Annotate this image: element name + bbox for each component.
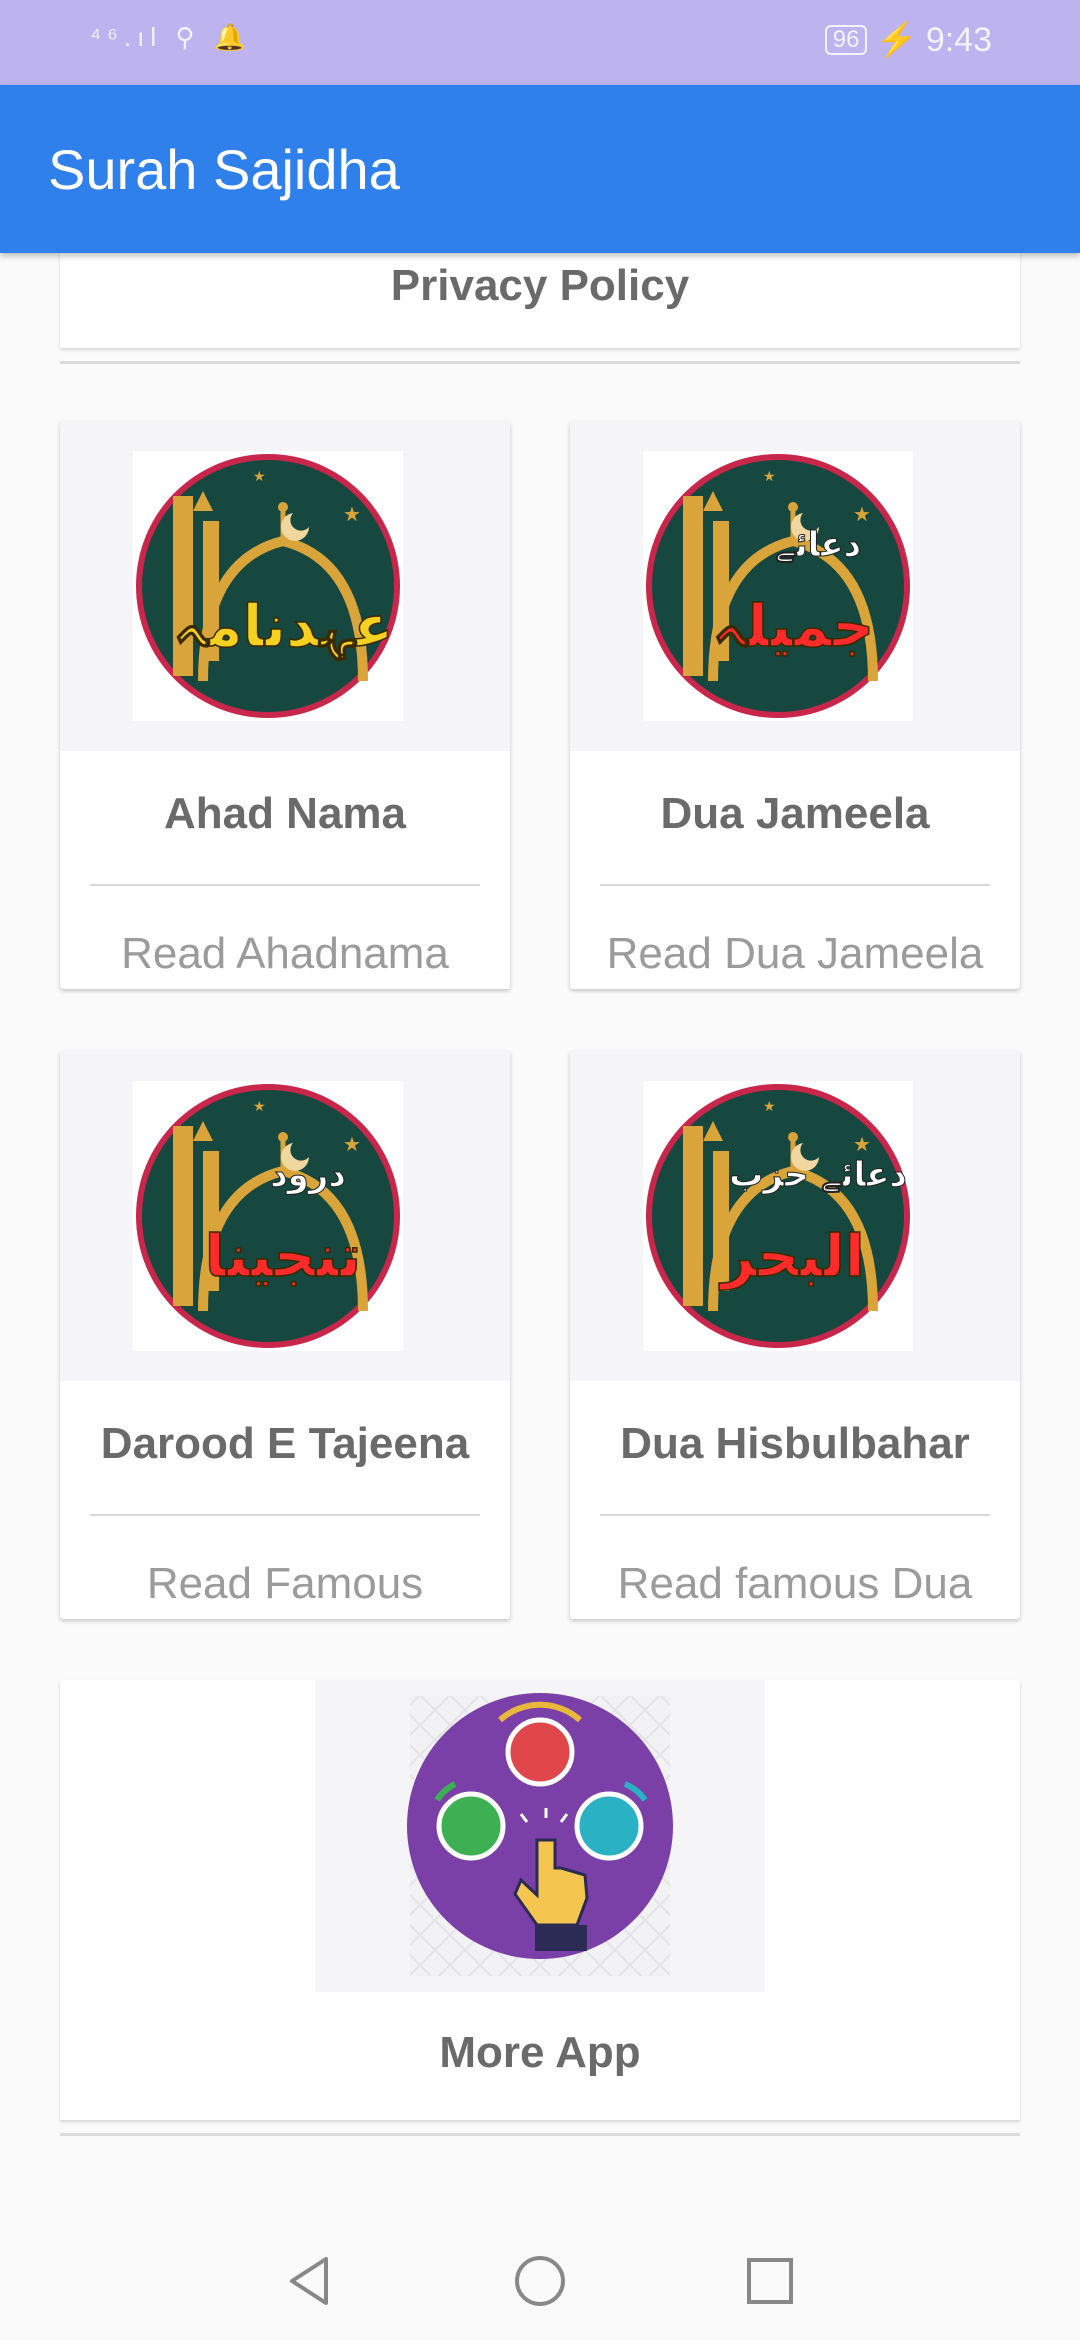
- card-title: Dua Hisbulbahar: [620, 1419, 970, 1468]
- mosque-emblem-icon: ★ ★ درود تنجینا: [136, 1084, 400, 1348]
- charging-icon: ⚡: [875, 21, 918, 59]
- card-image-frame: ★ ★ دعائے جمیلہ: [643, 451, 913, 721]
- card-subtitle: Read Ahadnama: [121, 929, 449, 978]
- svg-text:تنجینا: تنجینا: [205, 1222, 361, 1290]
- svg-text:★: ★: [253, 1098, 266, 1114]
- recents-icon[interactable]: [740, 2251, 800, 2311]
- svg-text:دعائے: دعائے: [775, 525, 861, 565]
- card-image: ★ ★ درود تنجینا: [60, 1051, 510, 1381]
- status-icons-right: 96 ⚡ 9:43: [824, 20, 992, 60]
- app-bar: Surah Sajidha: [0, 85, 1080, 253]
- card-title: Darood E Tajeena: [100, 1419, 470, 1468]
- svg-text:★: ★: [343, 504, 361, 526]
- card-divider: [90, 1514, 480, 1516]
- card-divider: [600, 884, 990, 886]
- more-app-icon: [407, 1693, 673, 1976]
- divider: [60, 2133, 1020, 2136]
- card-dua-jameela[interactable]: ★ ★ دعائے جمیلہ Dua Jameela Read Dua Jam…: [570, 421, 1020, 989]
- more-app-image: [315, 1680, 765, 1992]
- card-image: ★ ★ دعائے جمیلہ: [570, 421, 1020, 751]
- card-subtitle: Read Famous: [146, 1559, 424, 1608]
- content-scroll[interactable]: Privacy Policy ★ ★ عہدنامہ Ahad Nama Rea…: [0, 253, 1080, 2213]
- card-title: Dua Jameela: [660, 789, 930, 838]
- svg-text:★: ★: [853, 1134, 871, 1156]
- mosque-emblem-icon: ★ ★ دعائے حزب البحر: [646, 1084, 910, 1348]
- back-icon[interactable]: [280, 2251, 340, 2311]
- clock-time: 9:43: [925, 20, 992, 59]
- svg-text:★: ★: [343, 1134, 361, 1156]
- svg-text:جمیلہ: جمیلہ: [712, 592, 874, 660]
- svg-text:درود: درود: [270, 1155, 346, 1195]
- system-nav-bar: [0, 2213, 1080, 2340]
- card-image: ★ ★ دعائے حزب البحر: [570, 1051, 1020, 1381]
- card-subtitle: Read famous Dua: [617, 1559, 973, 1608]
- privacy-policy-label: Privacy Policy: [390, 261, 690, 310]
- mosque-emblem-icon: ★ ★ دعائے جمیلہ: [646, 454, 910, 718]
- status-left-icons: ⁴⁶.ıl ⚲ 🔔: [90, 22, 252, 52]
- card-title: Ahad Nama: [163, 789, 407, 838]
- battery-icon: 96: [824, 25, 868, 55]
- status-bar: ⁴⁶.ıl ⚲ 🔔 96 ⚡ 9:43: [0, 0, 1080, 85]
- svg-text:★: ★: [253, 468, 266, 484]
- card-image-frame: ★ ★ دعائے حزب البحر: [643, 1081, 913, 1351]
- card-image: ★ ★ عہدنامہ: [60, 421, 510, 751]
- divider: [60, 361, 1020, 364]
- status-icons-left: ⁴⁶.ıl ⚲ 🔔: [90, 22, 252, 53]
- svg-text:البحر: البحر: [718, 1222, 864, 1291]
- svg-text:عہدنامہ: عہدنامہ: [173, 592, 394, 661]
- mosque-emblem-icon: ★ ★ عہدنامہ: [136, 454, 400, 718]
- svg-text:★: ★: [763, 468, 776, 484]
- home-icon[interactable]: [510, 2251, 570, 2311]
- card-dua-hisbulbahar[interactable]: ★ ★ دعائے حزب البحر Dua Hisbulbahar Read…: [570, 1051, 1020, 1619]
- app-title: Surah Sajidha: [48, 138, 400, 201]
- more-app-title: More App: [439, 2028, 641, 2077]
- svg-text:★: ★: [853, 504, 871, 526]
- card-subtitle: Read Dua Jameela: [606, 929, 984, 978]
- card-image-frame: ★ ★ درود تنجینا: [133, 1081, 403, 1351]
- more-app-card[interactable]: More App: [60, 1680, 1020, 2120]
- svg-text:دعائے حزب: دعائے حزب: [729, 1155, 907, 1195]
- card-image-frame: ★ ★ عہدنامہ: [133, 451, 403, 721]
- card-darood-e-tajeena[interactable]: ★ ★ درود تنجینا Darood E Tajeena Read Fa…: [60, 1051, 510, 1619]
- svg-text:★: ★: [763, 1098, 776, 1114]
- card-divider: [600, 1514, 990, 1516]
- card-divider: [90, 884, 480, 886]
- privacy-policy-card[interactable]: Privacy Policy: [60, 253, 1020, 348]
- card-ahad-nama[interactable]: ★ ★ عہدنامہ Ahad Nama Read Ahadnama: [60, 421, 510, 989]
